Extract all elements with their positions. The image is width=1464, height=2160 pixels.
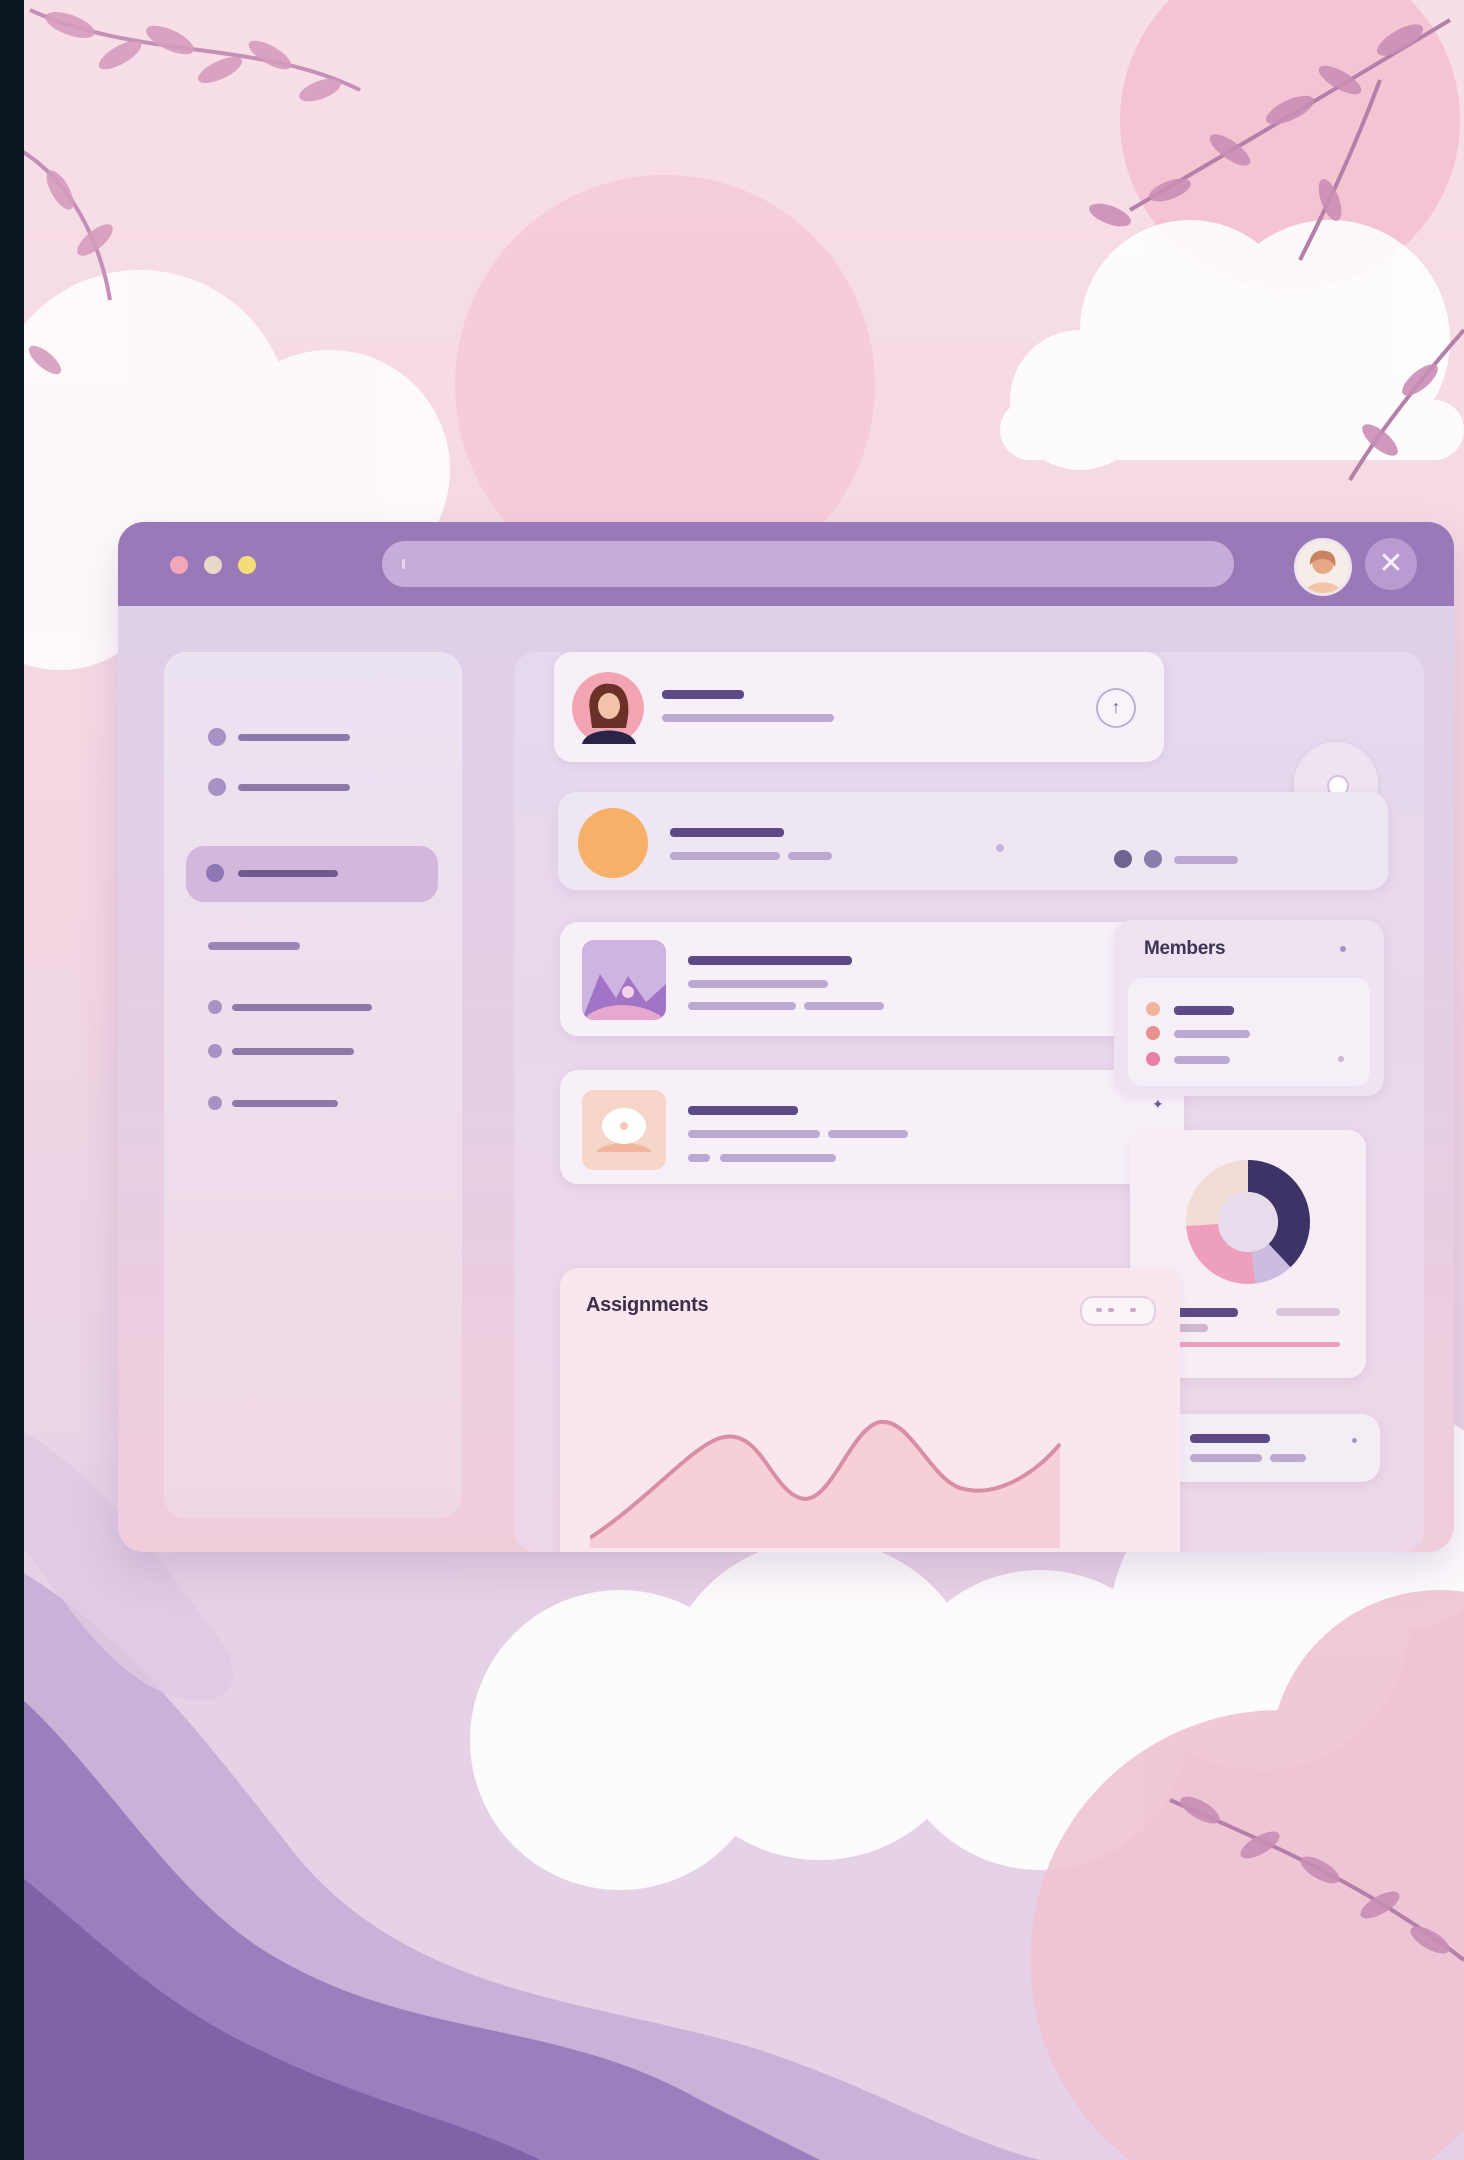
progress-line [1156,1342,1340,1347]
pin-icon[interactable]: ✦ [1152,1096,1164,1113]
subtitle-line [688,1154,710,1162]
upload-icon[interactable]: ↑ [1096,688,1136,728]
user-icon [1305,550,1341,593]
subtitle-line [688,1002,796,1010]
avatar [578,808,648,878]
app-window: ✕ ↑ ✦ Members Assignments [118,522,1454,1552]
bullet-icon [208,1044,222,1058]
assignments-card: Assignments [560,1268,1180,1552]
title-line [1190,1434,1270,1443]
sidebar [164,652,462,1518]
minimize-dot[interactable] [204,556,222,574]
members-title: Members [1144,938,1226,959]
title-line [688,956,852,965]
area-chart [590,1419,1062,1548]
member-dot-icon [1146,1052,1160,1066]
bullet-icon [208,778,226,796]
member-dot-icon [1146,1026,1160,1040]
title-bar: ✕ [118,522,1454,606]
mountain-icon [582,940,666,1020]
image-thumbnail [582,1090,666,1170]
subtitle-line [662,714,834,722]
member-name-line [1174,1006,1234,1015]
placeholder-line [232,1100,338,1107]
placeholder-line [232,1004,372,1011]
profile-card[interactable]: ↑ [554,652,1164,762]
sidebar-item-active[interactable] [186,846,438,902]
placeholder-line [238,870,338,877]
legend-line [1276,1308,1340,1316]
donut-chart [1186,1160,1310,1284]
members-card: Members [1114,920,1384,1096]
image-thumbnail [582,940,666,1020]
subtitle-line [788,852,832,860]
status-dot-icon [1144,850,1162,868]
maximize-dot[interactable] [238,556,256,574]
subtitle-line [688,980,828,988]
dot-icon [1338,1056,1344,1062]
member-name-line [1174,1056,1230,1064]
bullet-icon [206,864,224,882]
subtitle-line [1270,1454,1306,1462]
title-line [688,1106,798,1115]
more-icon[interactable] [1352,1438,1357,1443]
bullet-icon [208,728,226,746]
subtitle-line [1190,1454,1262,1462]
screen-edge [0,0,24,2160]
sidebar-item-1[interactable] [208,724,368,750]
close-dot[interactable] [170,556,188,574]
subtitle-line [670,852,780,860]
member-name-line [1174,1030,1250,1038]
placeholder-line [232,1048,354,1055]
member-dot-icon [1146,1002,1160,1016]
sidebar-item-5[interactable] [208,1090,388,1116]
subtitle-line [720,1154,836,1162]
more-icon[interactable] [1340,946,1346,952]
sidebar-item-4[interactable] [208,1038,388,1064]
subtitle-line [688,1130,820,1138]
profile-avatar[interactable] [1294,538,1352,596]
bullet-icon [208,1000,222,1014]
subtitle-line [828,1130,908,1138]
top-right-cloud [1000,220,1464,470]
close-button[interactable]: ✕ [1365,538,1417,590]
placeholder-line [238,734,350,741]
content-card[interactable] [560,922,1184,1036]
sidebar-section-heading [208,942,300,950]
pagination-control[interactable] [1080,1296,1156,1326]
sidebar-item-3[interactable] [208,994,388,1020]
subtitle-line [804,1002,884,1010]
status-dot-icon [1114,850,1132,868]
content-card[interactable]: ✦ [560,1070,1184,1184]
donut-hole [1218,1192,1278,1252]
dot-icon [996,844,1004,852]
title-line [670,828,784,837]
placeholder-line [238,784,350,791]
text-cursor [402,559,405,569]
assignments-title: Assignments [586,1294,709,1316]
title-line [662,690,744,699]
status-line [1174,856,1238,864]
address-bar[interactable] [382,541,1234,587]
activity-row-card[interactable] [558,792,1388,890]
sidebar-item-2[interactable] [208,774,368,800]
close-icon: ✕ [1378,547,1404,580]
bullet-icon [208,1096,222,1110]
members-list [1128,978,1370,1086]
avatar [572,672,644,744]
chat-bubble-icon [582,1090,666,1170]
